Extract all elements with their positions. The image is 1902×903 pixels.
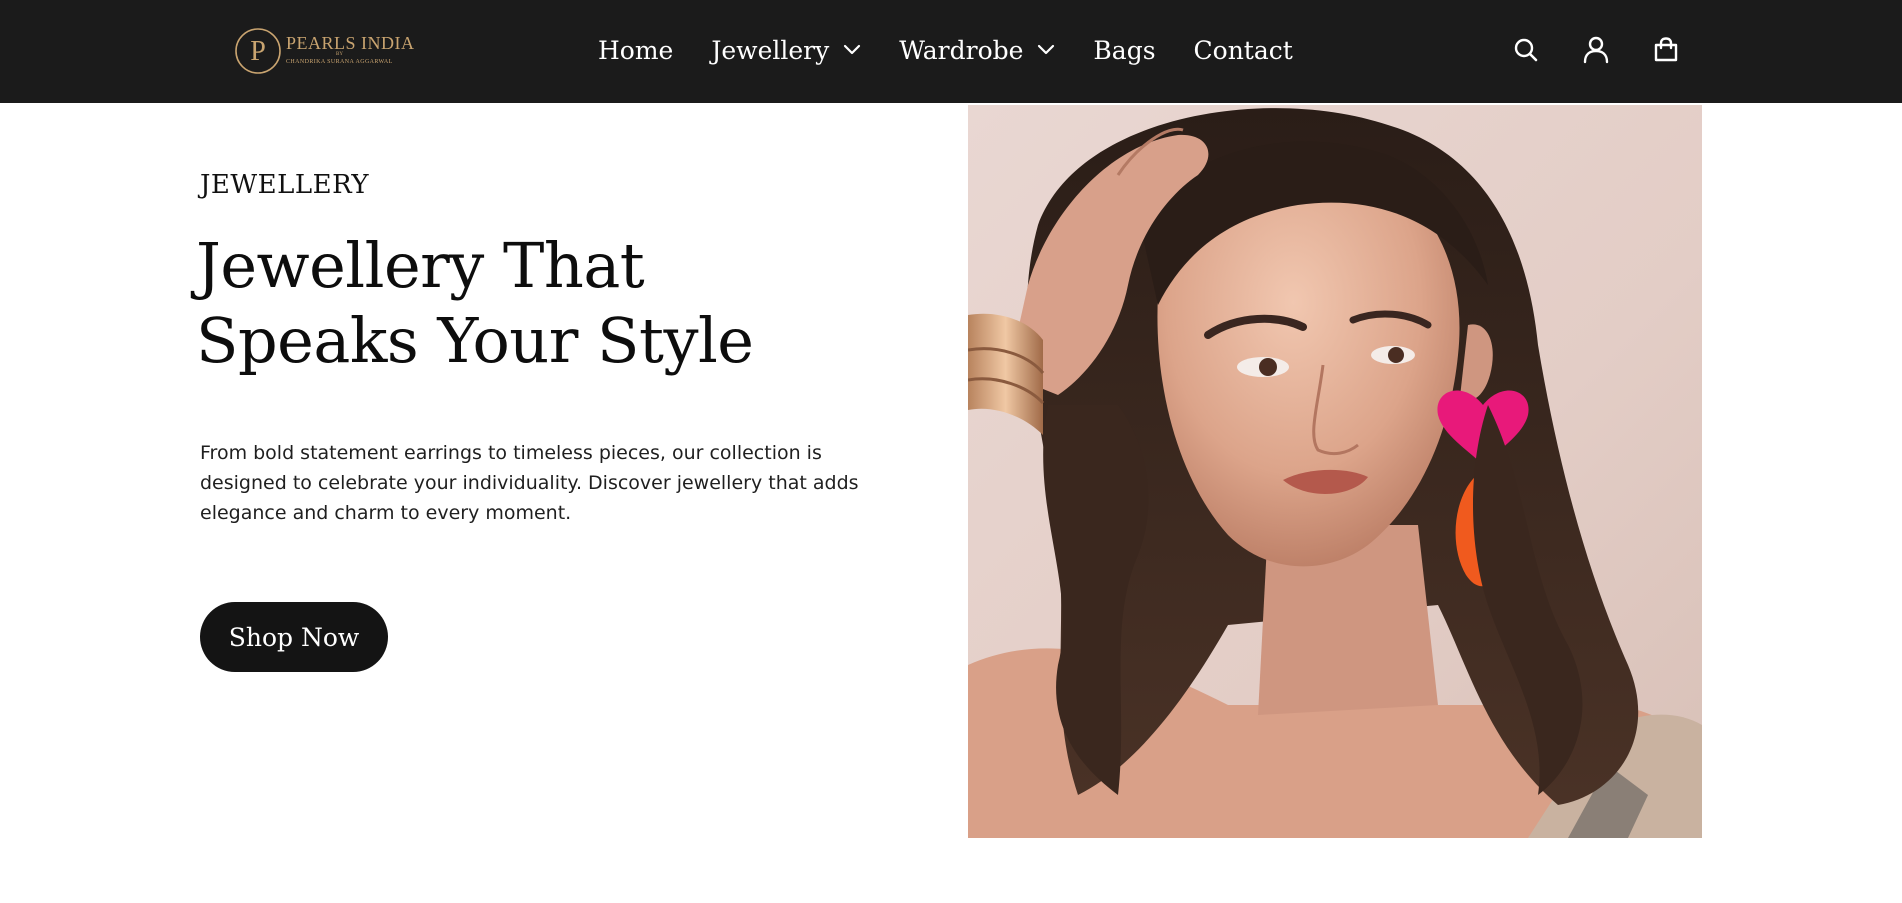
chevron-down-icon[interactable]	[1037, 44, 1055, 56]
nav-item-label: Contact	[1193, 35, 1293, 65]
nav-item-bags[interactable]: Bags	[1093, 36, 1155, 65]
hero-headline-line-2: Speaks Your Style	[196, 304, 754, 377]
model-illustration	[968, 105, 1702, 838]
main-nav: Home Jewellery Wardrobe Bags Contact	[598, 30, 1293, 70]
nav-item-label: Bags	[1093, 35, 1156, 65]
brand-by: BY	[336, 52, 343, 57]
hero-headline: Jewellery That Speaks Your Style	[196, 228, 870, 378]
site-header: P PEARLS INDIA BY CHANDRIKA SURANA AGGAR…	[0, 0, 1902, 103]
hero-eyebrow: JEWELLERY	[200, 170, 370, 200]
hero-copy: JEWELLERY Jewellery That Speaks Your Sty…	[196, 170, 870, 528]
logo-monogram-icon: P	[235, 28, 281, 74]
search-icon[interactable]	[1512, 36, 1540, 64]
chevron-down-icon[interactable]	[843, 44, 861, 56]
brand-logo[interactable]: P PEARLS INDIA BY CHANDRIKA SURANA AGGAR…	[234, 27, 414, 77]
svg-text:P: P	[250, 36, 266, 67]
nav-item-wardrobe[interactable]: Wardrobe	[899, 36, 1055, 65]
brand-name: PEARLS INDIA	[286, 33, 415, 53]
hero-headline-line-1: Jewellery That	[196, 229, 645, 302]
nav-item-contact[interactable]: Contact	[1194, 36, 1293, 65]
account-icon[interactable]	[1582, 36, 1610, 64]
nav-item-label: Wardrobe	[899, 35, 1024, 65]
nav-item-jewellery[interactable]: Jewellery	[711, 36, 861, 65]
nav-item-label: Jewellery	[711, 35, 830, 65]
hero-description: From bold statement earrings to timeless…	[200, 442, 859, 524]
header-actions	[1512, 36, 1680, 64]
hero-model-photo	[968, 105, 1702, 838]
brand-subtitle: CHANDRIKA SURANA AGGARWAL	[286, 59, 393, 65]
shop-now-button[interactable]: Shop Now	[200, 602, 388, 672]
nav-item-home[interactable]: Home	[598, 36, 673, 65]
shopping-bag-icon[interactable]	[1652, 36, 1680, 64]
nav-item-label: Home	[598, 35, 674, 65]
